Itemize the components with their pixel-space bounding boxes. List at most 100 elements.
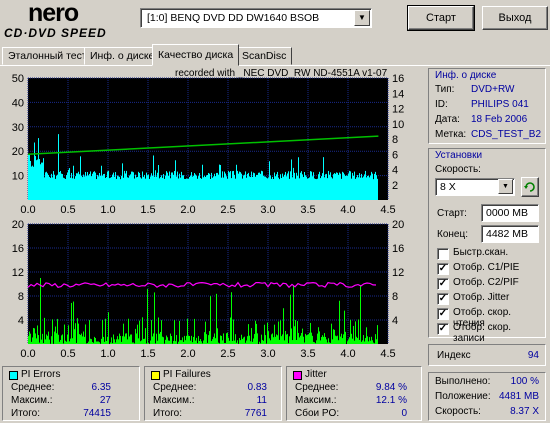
pif-bar: [241, 334, 242, 344]
pif-bar: [105, 318, 106, 344]
chevron-down-icon[interactable]: ▼: [498, 179, 513, 194]
jitter-max-value: 12.1 %: [375, 395, 407, 406]
tab-disc-quality[interactable]: Качество диска: [152, 44, 240, 66]
pie-bar: [375, 171, 376, 200]
checkbox-4[interactable]: ✓: [437, 308, 449, 320]
pif-bar: [337, 335, 338, 344]
pie-bar: [226, 176, 227, 200]
pie-bar: [61, 173, 62, 200]
pif-bar: [303, 336, 304, 344]
pie-bar: [211, 172, 212, 200]
pie-bar: [207, 174, 208, 200]
pie-bar: [109, 178, 110, 200]
pie-bar: [95, 172, 96, 200]
checkbox-2[interactable]: ✓: [437, 278, 449, 290]
pi-errors-max-label: Максим.:: [11, 395, 53, 406]
pif-bar: [71, 302, 72, 344]
pie-bar: [276, 174, 277, 200]
settings-panel: Установки Скорость: 8 X ▼ Старт: 0000 MB…: [428, 148, 546, 344]
pie-bar: [219, 164, 220, 200]
pie-bar: [163, 174, 164, 200]
pie-bar: [124, 170, 125, 200]
pie-bar: [333, 174, 334, 200]
pie-bar: [265, 176, 266, 200]
pif-bar: [208, 335, 209, 344]
tab-scandisc[interactable]: ScanDisc: [236, 47, 293, 65]
pif-bar: [155, 343, 156, 344]
pie-bar: [213, 176, 214, 200]
drive-select[interactable]: [1:0] BENQ DVD DD DW1640 BSOB ▼: [140, 8, 372, 28]
pie-bar: [264, 176, 265, 200]
pif-bar: [224, 342, 225, 344]
pif-bar: [218, 342, 219, 344]
pie-bar: [269, 161, 270, 200]
tab-benchmark[interactable]: Эталонный тест: [2, 47, 93, 65]
pif-bar: [209, 331, 210, 344]
pie-bar: [376, 175, 377, 200]
current-speed-value: 8.37 X: [510, 406, 539, 417]
pie-bar: [340, 173, 341, 200]
pif-bar: [42, 333, 43, 344]
pie-bar: [364, 174, 365, 200]
pif-bar: [213, 336, 214, 344]
pie-bar: [310, 171, 311, 200]
pif-bar: [260, 343, 261, 344]
tab-disc-info[interactable]: Инф. о диске: [84, 47, 161, 65]
pie-bar: [325, 174, 326, 200]
pie-bar: [326, 173, 327, 200]
pif-bar: [231, 292, 232, 344]
pie-xtick: 3.0: [260, 204, 275, 216]
pie-bar: [135, 174, 136, 200]
pif-bar: [262, 339, 263, 344]
chevron-down-icon[interactable]: ▼: [354, 10, 370, 26]
pif-bar: [340, 336, 341, 344]
pif-bar: [376, 339, 377, 344]
start-position-label: Старт:: [437, 208, 467, 219]
checkbox-0[interactable]: [437, 248, 449, 260]
pi-errors-title: PI Errors: [21, 369, 61, 380]
checkbox-5[interactable]: ✓: [437, 323, 449, 335]
pie-bar: [238, 173, 239, 200]
pif-bar: [248, 324, 249, 344]
pie-bar: [360, 177, 361, 200]
pif-bar: [371, 336, 372, 344]
pie-bar: [272, 176, 273, 200]
pif-bar: [184, 335, 185, 344]
pi-failures-total-value: 7761: [244, 408, 267, 419]
pif-bar: [108, 312, 109, 344]
pif-bar: [121, 341, 122, 344]
refresh-button[interactable]: [521, 177, 539, 197]
pie-bar: [90, 171, 91, 200]
start-button[interactable]: Старт: [407, 5, 475, 31]
pie-xtick: 3.5: [300, 204, 315, 216]
pif-bar: [84, 336, 85, 344]
pie-bar: [228, 171, 229, 200]
pif-bar: [137, 324, 138, 344]
pif-bar: [353, 325, 354, 344]
pie-bar: [41, 162, 42, 200]
pie-bar: [217, 172, 218, 200]
pie-bar: [183, 175, 184, 200]
pif-bar: [61, 335, 62, 344]
pie-bar: [121, 175, 122, 200]
jitter-avg-label: Среднее:: [295, 382, 339, 393]
speed-select[interactable]: 8 X ▼: [435, 178, 515, 196]
pif-ytick-right: 4: [392, 315, 398, 327]
pie-bar: [304, 171, 305, 200]
pie-bar: [245, 171, 246, 200]
pif-xtick: 1.0: [100, 348, 115, 360]
pie-bar: [270, 175, 271, 200]
pif-xtick: 2.5: [220, 348, 235, 360]
exit-button[interactable]: Выход: [482, 6, 548, 30]
pif-bar: [254, 334, 255, 344]
start-position-field[interactable]: 0000 MB: [481, 204, 539, 222]
pif-bar: [295, 319, 296, 344]
checkbox-3[interactable]: ✓: [437, 293, 449, 305]
pie-ytick-left: 50: [12, 73, 24, 85]
jitter-panel: Jitter Среднее: 9.84 % Максим.: 12.1 % С…: [286, 366, 422, 421]
end-position-field[interactable]: 4482 MB: [481, 225, 539, 243]
pif-bar: [33, 327, 34, 344]
pif-ytick-left: 12: [12, 267, 24, 279]
pif-bar: [277, 335, 278, 344]
checkbox-1[interactable]: ✓: [437, 263, 449, 275]
